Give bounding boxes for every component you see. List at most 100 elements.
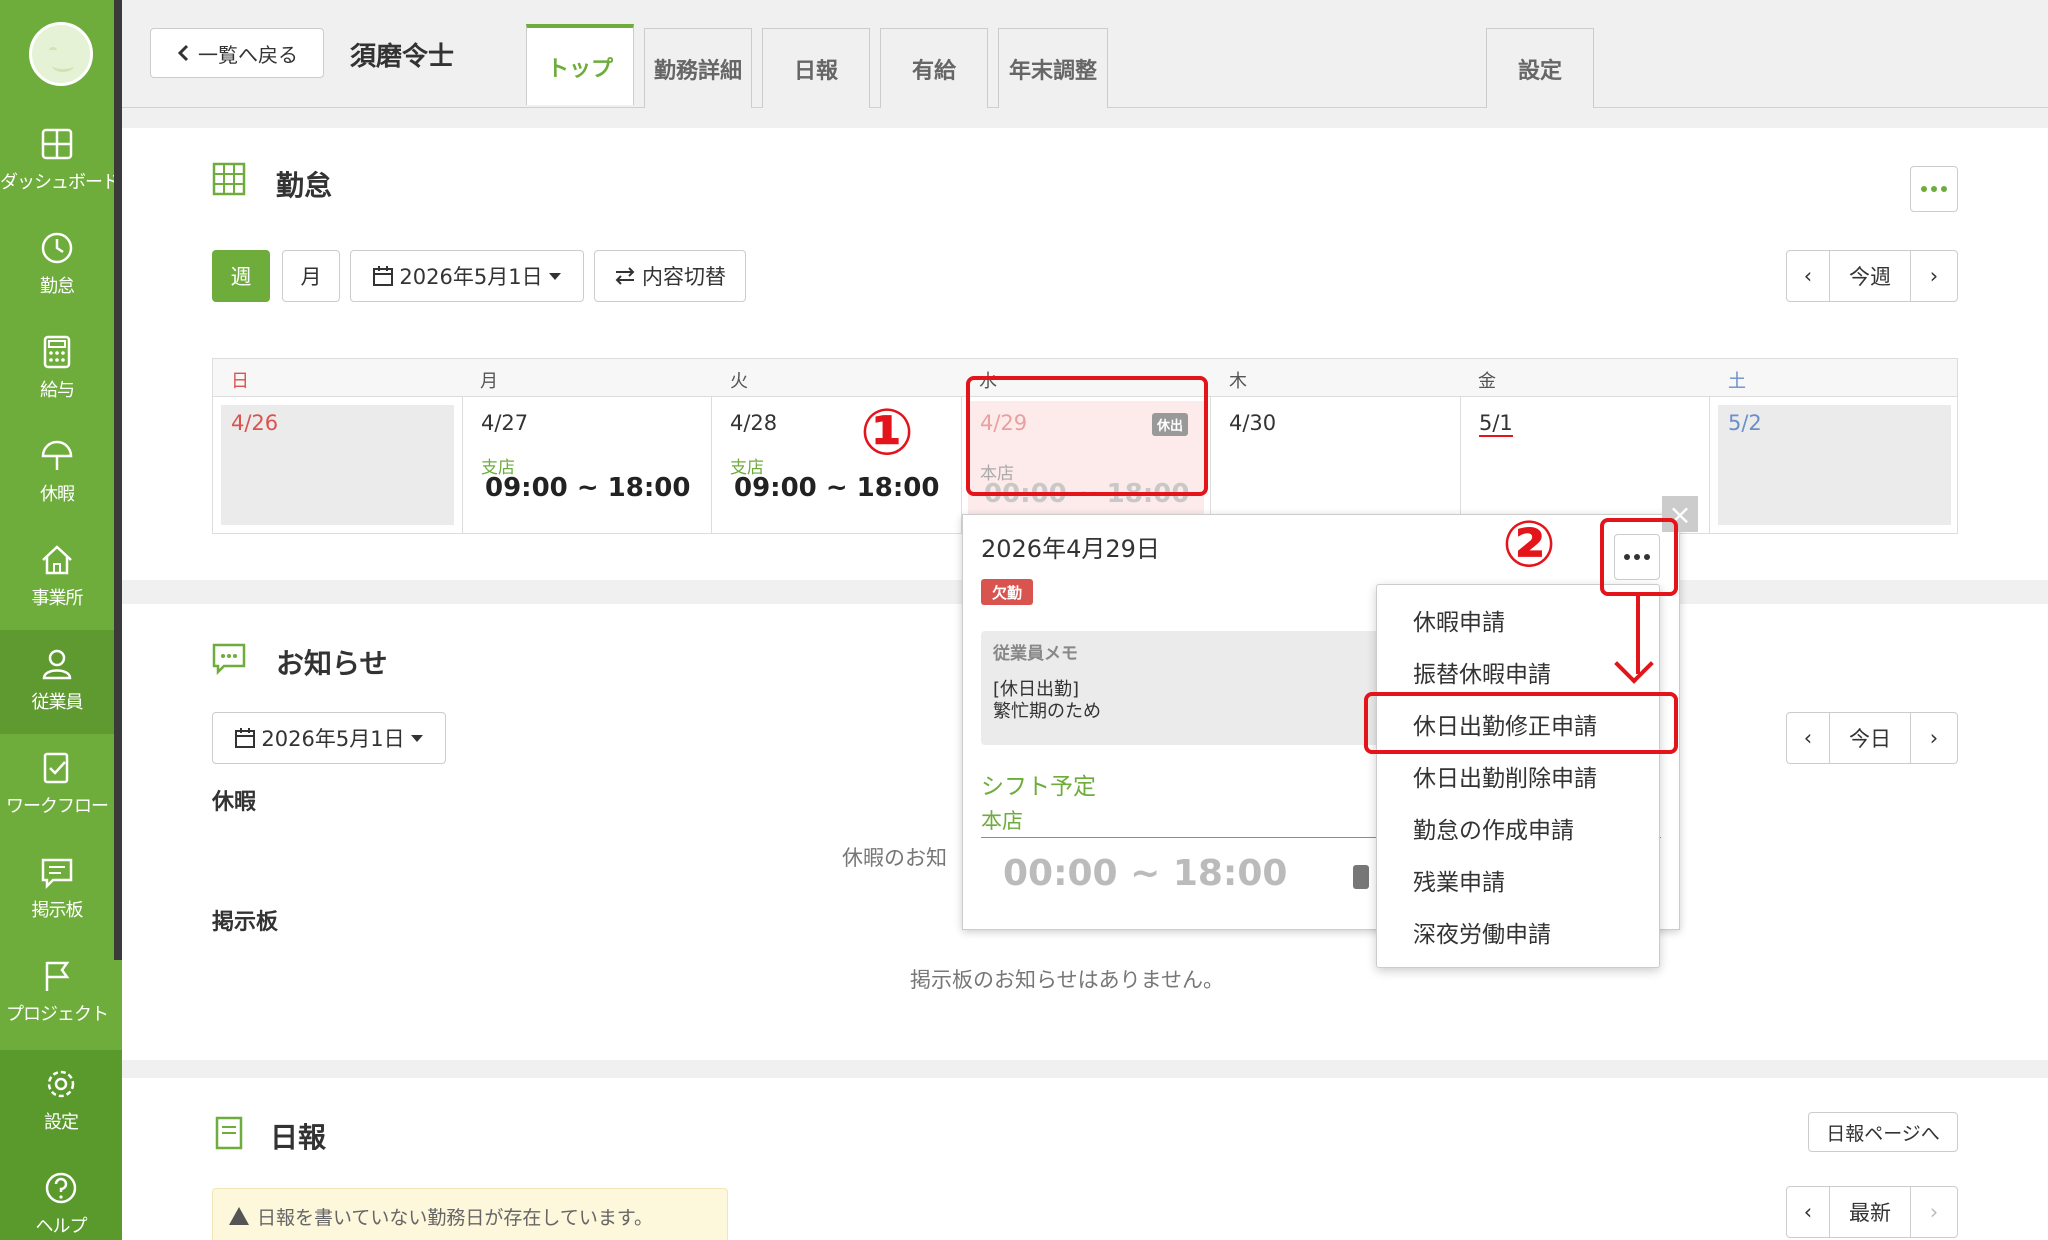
calendar-cell-thu[interactable]: 4/30 — [1211, 397, 1461, 533]
absent-badge: 欠勤 — [981, 579, 1033, 605]
warning-icon — [229, 1207, 249, 1225]
day-header-mon: 月 — [480, 371, 498, 392]
notices-date-picker[interactable]: 2026年5月1日 — [212, 712, 446, 764]
notices-next-button[interactable]: › — [1910, 712, 1958, 764]
umbrella-icon — [41, 440, 73, 470]
menu-item-leave-request[interactable]: 休暇申請 — [1413, 603, 1505, 637]
shift-schedule-label: シフト予定 — [981, 774, 1096, 800]
dashboard-icon — [41, 128, 73, 160]
sidebar-item-employee[interactable]: 従業員 — [0, 630, 114, 734]
shift-time: 00:00 ~ 18:00 — [1003, 853, 1288, 894]
memo-text: [休日出勤] 繁忙期のため — [993, 679, 1101, 722]
sidebar-bottom: 設定 ヘルプ — [0, 1050, 122, 1240]
annotation-highlight-menu-item — [1364, 692, 1678, 754]
sidebar-item-label: 掲示板 — [31, 900, 84, 921]
employee-memo: 従業員メモ [休日出勤] 繁忙期のため — [981, 631, 1401, 745]
notices-today-button[interactable]: 今日 — [1829, 712, 1911, 764]
person-icon — [42, 649, 72, 680]
sidebar-item-label: ヘルプ — [35, 1216, 88, 1237]
sidebar-item-label: 設定 — [44, 1112, 79, 1133]
sidebar-item-label: ワークフロー — [6, 796, 109, 817]
board-section-label: 掲示板 — [212, 910, 279, 935]
calendar-cell-mon[interactable]: 4/27 支店 09:00 ~ 18:00 — [463, 397, 712, 533]
sidebar-item-dashboard[interactable]: ダッシュボード — [0, 110, 120, 214]
sidebar-item-label: 勤怠 — [40, 276, 75, 297]
sidebar-item-help[interactable]: ヘルプ — [0, 1154, 122, 1240]
sidebar-item-board[interactable]: 掲示板 — [0, 838, 114, 942]
tab-top[interactable]: トップ — [526, 24, 634, 105]
toggle-content-button[interactable]: 内容切替 — [594, 250, 746, 302]
memo-header: 従業員メモ — [993, 644, 1078, 664]
cell-date-today: 5/1 — [1479, 411, 1513, 437]
sidebar-item-label: 休暇 — [40, 484, 75, 505]
avatar[interactable] — [29, 22, 93, 86]
notices-date-label: 2026年5月1日 — [261, 727, 405, 751]
sidebar-scrollbar[interactable] — [114, 0, 122, 960]
sidebar-item-label: 給与 — [40, 380, 75, 401]
chevron-down-icon — [410, 734, 423, 742]
report-prev-button[interactable]: ‹ — [1786, 1186, 1830, 1238]
cell-date: 4/26 — [231, 411, 279, 435]
tab-settings[interactable]: 設定 — [1486, 28, 1594, 108]
date-picker-button[interactable]: 2026年5月1日 — [350, 250, 584, 302]
week-view-button[interactable]: 週 — [212, 250, 270, 302]
sidebar-item-workflow[interactable]: ワークフロー — [0, 734, 114, 838]
tab-daily-report[interactable]: 日報 — [762, 28, 870, 108]
menu-item-attendance-create-request[interactable]: 勤怠の作成申請 — [1413, 811, 1574, 845]
cell-date: 4/30 — [1229, 411, 1277, 435]
sidebar-item-label: プロジェクト — [6, 1004, 109, 1025]
calendar-icon — [235, 728, 256, 748]
swap-arrows-icon — [615, 267, 635, 285]
menu-item-late-night-request[interactable]: 深夜労働申請 — [1413, 915, 1551, 949]
tab-paid-leave[interactable]: 有給 — [880, 28, 988, 108]
annotation-arrow — [1636, 594, 1640, 674]
day-header-sun: 日 — [231, 371, 249, 392]
attendance-more-button[interactable] — [1910, 166, 1958, 212]
prev-week-button[interactable]: ‹ — [1786, 250, 1830, 302]
notices-prev-button[interactable]: ‹ — [1786, 712, 1830, 764]
annotation-highlight-cell — [966, 376, 1208, 496]
back-button-label: 一覧へ戻る — [198, 42, 298, 67]
next-week-button[interactable]: › — [1910, 250, 1958, 302]
calendar-cell-sun[interactable]: 4/26 — [213, 397, 463, 533]
daily-report-page-link[interactable]: 日報ページへ — [1808, 1112, 1958, 1152]
day-header-thu: 木 — [1229, 371, 1247, 392]
menu-item-overtime-request[interactable]: 残業申請 — [1413, 863, 1505, 897]
sidebar-item-leave[interactable]: 休暇 — [0, 422, 114, 526]
sidebar-item-label: 従業員 — [31, 692, 84, 713]
sidebar-item-settings[interactable]: 設定 — [0, 1050, 122, 1154]
sidebar-item-payroll[interactable]: 給与 — [0, 318, 114, 422]
annotation-step-1: ① — [860, 396, 915, 470]
sidebar-item-office[interactable]: 事業所 — [0, 526, 114, 630]
back-to-list-button[interactable]: 一覧へ戻る — [150, 28, 324, 78]
cell-shift-time: 09:00 ~ 18:00 — [485, 473, 691, 503]
warning-text: 日報を書いていない勤務日が存在しています。 — [257, 1206, 653, 1229]
report-latest-button[interactable]: 最新 — [1829, 1186, 1911, 1238]
workflow-icon — [43, 752, 69, 784]
gear-icon — [47, 1070, 75, 1098]
cell-date: 4/27 — [481, 411, 529, 435]
menu-item-holiday-work-delete-request[interactable]: 休日出勤削除申請 — [1413, 759, 1597, 793]
sidebar-item-attendance[interactable]: 勤怠 — [0, 214, 114, 318]
day-header-fri: 金 — [1478, 371, 1496, 392]
leave-empty-message: 休暇のお知 — [842, 846, 947, 870]
home-icon — [42, 545, 72, 575]
month-view-button[interactable]: 月 — [282, 250, 340, 302]
this-week-button[interactable]: 今週 — [1829, 250, 1911, 302]
tab-work-detail[interactable]: 勤務詳細 — [644, 28, 752, 108]
calendar-icon — [373, 266, 394, 286]
calendar-cell-tue[interactable]: 4/28 支店 09:00 ~ 18:00 — [712, 397, 962, 533]
chat-icon — [41, 858, 73, 890]
tab-year-end-adjustment[interactable]: 年末調整 — [998, 28, 1108, 108]
menu-item-substitute-leave-request[interactable]: 振替休暇申請 — [1413, 655, 1551, 689]
sidebar: ダッシュボード 勤怠 給与 休暇 事業所 従業員 ワークフロー 掲示板 プロジェ… — [0, 0, 122, 1240]
sidebar-item-label: ダッシュボード — [0, 172, 120, 193]
help-icon — [45, 1172, 77, 1204]
report-next-button[interactable]: › — [1910, 1186, 1958, 1238]
flag-icon — [45, 961, 70, 991]
sidebar-item-project[interactable]: プロジェクト — [0, 942, 114, 1046]
daily-report-title: 日報 — [270, 1121, 327, 1154]
leave-section-label: 休暇 — [212, 790, 257, 815]
calendar-cell-sat[interactable]: 5/2 — [1710, 397, 1959, 533]
document-icon — [215, 1116, 243, 1150]
